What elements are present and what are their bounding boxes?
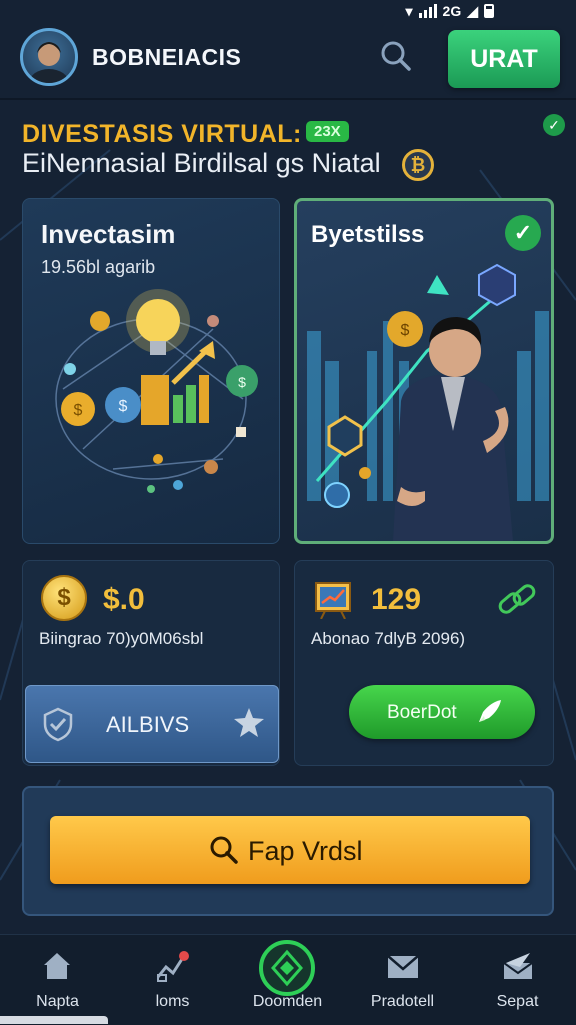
nav-label-products: Pradotell xyxy=(370,993,435,1010)
bottom-nav: Napta loms Doomden Pradotell Sepat xyxy=(0,934,576,1025)
market-card[interactable]: $ Byetstilss ✓ xyxy=(294,198,554,544)
signal-triangle-icon: ◢ xyxy=(467,2,478,19)
primary-action-label: Fap Vrdsl xyxy=(248,836,363,866)
action-panel: Fap Vrdsl xyxy=(22,786,554,916)
investment-illustration: $ $ $ xyxy=(55,289,258,493)
nav-item-main[interactable]: Doomden xyxy=(230,935,345,1025)
nav-label-stats: loms xyxy=(155,993,190,1010)
search-icon xyxy=(381,41,411,71)
app-title: BOBNEIACIS xyxy=(92,44,242,70)
svg-text:$: $ xyxy=(238,374,246,390)
primary-action-button[interactable]: Fap Vrdsl xyxy=(50,816,530,884)
balance-card: $ $.0 Biingrao 70)y0M06sbl AILBIVS xyxy=(22,560,280,766)
market-illustration: $ xyxy=(307,263,549,541)
link-icon[interactable] xyxy=(495,581,539,621)
growth-label: Abonao 7dlyB 2096) xyxy=(311,629,466,648)
nav-label-send: Sepat xyxy=(496,993,539,1010)
home-icon xyxy=(44,953,70,979)
home-indicator xyxy=(0,1016,108,1024)
status-bar: ▾ 2G ◢ xyxy=(0,0,576,22)
svg-text:$: $ xyxy=(401,322,410,339)
star-icon xyxy=(234,708,264,737)
hero-subtitle: EiNennasial Birdilsal gs Niatal xyxy=(22,148,381,178)
nav-label-main: Doomden xyxy=(252,993,323,1010)
header-divider xyxy=(0,98,576,100)
boost-button[interactable]: BoerDot xyxy=(349,685,535,739)
investment-card[interactable]: Invectasim 19.56bl agarib $ $ $ xyxy=(22,198,280,544)
hero-badge: 23X xyxy=(306,121,349,142)
network-label: 2G xyxy=(442,3,462,19)
svg-text:$: $ xyxy=(74,402,83,419)
nav-item-send[interactable]: Sepat xyxy=(460,935,575,1025)
alerts-button[interactable]: AILBIVS xyxy=(25,685,279,763)
nav-label-home: Napta xyxy=(36,993,79,1010)
dollar-coin-icon: $ xyxy=(41,575,87,621)
boost-button-label: BoerDot xyxy=(387,702,457,723)
avatar[interactable] xyxy=(20,28,78,86)
hero-check-icon: ✓ xyxy=(543,114,565,136)
shield-check-icon xyxy=(43,707,73,742)
search-button[interactable] xyxy=(378,38,414,74)
svg-text:$: $ xyxy=(119,398,128,415)
hero-title: DIVESTASIS VIRTUAL: xyxy=(22,120,302,148)
header-cta-button[interactable]: URAT xyxy=(448,30,560,88)
wifi-icon: ▾ xyxy=(405,2,413,19)
signal-icon xyxy=(418,4,437,18)
verified-check-icon: ✓ xyxy=(505,215,541,251)
chart-icon xyxy=(156,951,189,982)
nav-item-products[interactable]: Pradotell xyxy=(345,935,460,1025)
search-icon xyxy=(210,836,238,864)
balance-value: $.0 xyxy=(103,583,145,616)
growth-chart-icon xyxy=(315,582,351,619)
growth-card: 129 Abonao 7dlyB 2096) BoerDot xyxy=(294,560,554,766)
balance-label: Biingrao 70)y0M06sbl xyxy=(39,629,204,648)
diamond-icon xyxy=(259,940,315,996)
bitcoin-icon: ₿ xyxy=(402,149,434,181)
battery-icon xyxy=(484,4,494,18)
rocket-icon xyxy=(479,700,501,722)
nav-item-home[interactable]: Napta xyxy=(0,935,115,1025)
growth-value: 129 xyxy=(371,583,422,616)
market-card-title: Byetstilss xyxy=(311,221,425,248)
alerts-button-label: AILBIVS xyxy=(106,712,190,737)
mail-icon xyxy=(387,955,419,978)
nav-item-stats[interactable]: loms xyxy=(115,935,230,1025)
send-icon xyxy=(503,953,533,979)
